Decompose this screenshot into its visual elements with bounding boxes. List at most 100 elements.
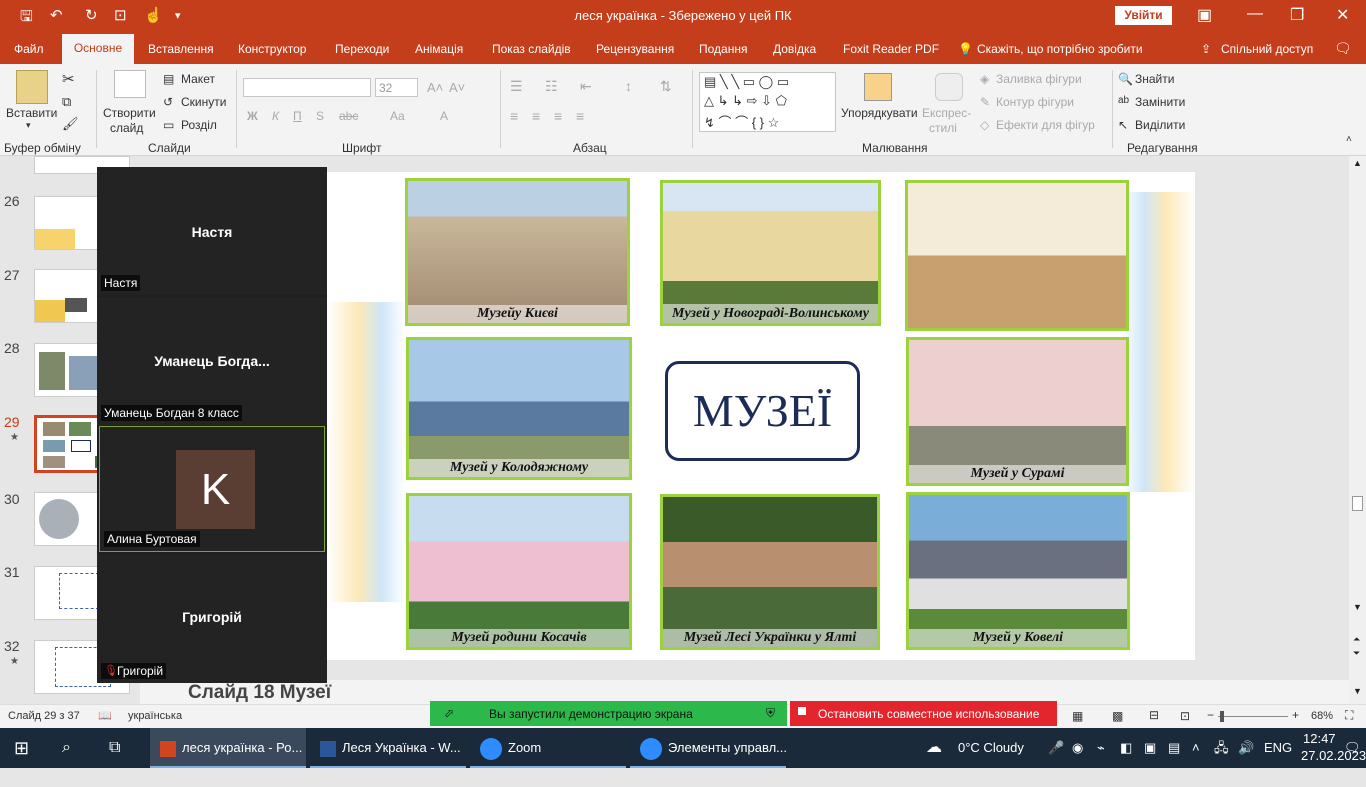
participant-tile[interactable]: Григорій Григорій 🎙 [97, 555, 327, 683]
close-icon[interactable]: ✕ [1336, 5, 1349, 25]
new-slide-icon[interactable] [114, 70, 146, 98]
font-family-select[interactable] [243, 78, 371, 97]
text-direction-icon[interactable]: ⇅ [660, 78, 672, 95]
taskbar-zoom-controls[interactable]: Элементы управл... [630, 728, 787, 768]
volume-icon[interactable]: 🔊 [1238, 728, 1254, 768]
tab-file[interactable]: Файл [14, 42, 44, 56]
sign-in-button[interactable]: Увійти [1115, 6, 1172, 25]
tab-foxit[interactable]: Foxit Reader PDF [843, 42, 939, 56]
shrink-font-icon[interactable]: A˅ [449, 80, 465, 95]
tab-design[interactable]: Конструктор [238, 42, 306, 56]
font-size-select[interactable]: 32 [375, 78, 418, 97]
fit-slide-icon[interactable]: ⛶ [1345, 708, 1353, 723]
reading-view-icon[interactable]: ⊟ [1149, 708, 1159, 722]
arrange-icon[interactable] [864, 73, 892, 101]
participant-tile[interactable]: Настя Настя [97, 167, 327, 295]
format-painter-icon[interactable]: 🖌 [62, 116, 79, 132]
participant-tile-active[interactable]: K Алина Буртовая [99, 426, 325, 552]
normal-view-icon[interactable]: ▦ [1072, 709, 1083, 723]
slideshow-icon[interactable]: ⊡ [1180, 709, 1190, 723]
slide-canvas[interactable]: Музейу Києві Музей у Новограді-Волинсько… [327, 172, 1195, 660]
vertical-scrollbar[interactable]: ▲ ▼ ⏶ ⏷ ▼ [1349, 156, 1366, 704]
cut-icon[interactable]: ✂ [62, 70, 75, 88]
replace-button[interactable]: Замінити [1135, 95, 1185, 109]
comments-icon[interactable]: 🗨 [1334, 40, 1352, 57]
shape-icon[interactable]: △ ↳ ↳ ⇨ ⇩ ⬠ [704, 93, 787, 109]
spellcheck-icon[interactable]: 📖 [98, 709, 112, 722]
tray-icon[interactable]: ▤ [1168, 728, 1180, 768]
start-icon[interactable]: ⊞ [14, 728, 29, 768]
layout-button[interactable]: Макет [181, 72, 215, 86]
new-slide-button[interactable]: Створити [103, 106, 156, 120]
tray-up-icon[interactable]: ˄ [1192, 728, 1200, 768]
weather-text[interactable]: 0°C Cloudy [958, 728, 1024, 768]
arrange-button[interactable]: Упорядкувати [841, 106, 918, 120]
tab-animations[interactable]: Анімація [415, 42, 463, 56]
task-view-icon[interactable]: ⧉ [109, 728, 120, 768]
usb-icon[interactable]: ⌁ [1097, 728, 1105, 768]
tab-transitions[interactable]: Переходи [335, 42, 389, 56]
align-right-icon[interactable]: ≡ [554, 108, 562, 124]
align-center-icon[interactable]: ≡ [532, 108, 540, 124]
taskbar-zoom[interactable]: Zoom [470, 728, 626, 768]
chat-tray-icon[interactable]: ▣ [1144, 728, 1156, 768]
indent-icon[interactable]: ⇤ [580, 78, 592, 95]
weather-icon[interactable]: ☁ [926, 728, 942, 768]
copy-icon[interactable]: ⧉ [62, 94, 71, 110]
justify-icon[interactable]: ≡ [576, 108, 584, 124]
zoom-out-icon[interactable]: − [1207, 708, 1214, 722]
case-icon[interactable]: Aa [390, 109, 405, 123]
scroll-up-icon[interactable]: ▲ [1353, 158, 1362, 168]
tab-home[interactable]: Основне [62, 34, 134, 64]
share-button[interactable]: Спільний доступ [1221, 42, 1313, 56]
line-spacing-icon[interactable]: ↕ [625, 78, 632, 94]
zoom-level[interactable]: 68% [1311, 710, 1333, 722]
underline-icon[interactable]: П [293, 109, 302, 123]
notes-text[interactable]: Слайд 18 Музеї [188, 682, 331, 704]
scroll-thumb[interactable] [1352, 496, 1363, 511]
quick-styles-icon[interactable] [935, 73, 963, 101]
notifications-icon[interactable]: 🗨 [1344, 728, 1361, 768]
slide-title-box[interactable]: МУЗЕЇ [665, 361, 860, 461]
tab-insert[interactable]: Вставлення [148, 42, 214, 56]
taskbar-word[interactable]: Леся Українка - W... [310, 728, 466, 768]
find-button[interactable]: Знайти [1135, 72, 1174, 86]
bold-icon[interactable]: Ж [247, 109, 258, 123]
shapes-gallery[interactable]: ▤ ╲ ╲ ▭ ◯ ▭ △ ↳ ↳ ⇨ ⇩ ⬠ ↯ ⌒ ⌒ { } ☆ [699, 72, 836, 132]
strikethrough-icon[interactable]: abc [339, 109, 358, 123]
section-button[interactable]: Розділ [181, 118, 217, 132]
tab-view[interactable]: Подання [699, 42, 747, 56]
tell-me-search[interactable]: Скажіть, що потрібно зробити [977, 42, 1143, 56]
minimize-icon[interactable]: — [1247, 5, 1263, 23]
prev-slide-icon[interactable]: ⏶ [1353, 634, 1360, 645]
paste-button[interactable]: Вставити [6, 106, 57, 120]
quick-styles-button[interactable]: Експрес- [922, 106, 971, 120]
zoom-in-icon[interactable]: + [1292, 708, 1299, 722]
tab-review[interactable]: Рецензування [596, 42, 674, 56]
zoom-slider[interactable] [1218, 716, 1288, 717]
grow-font-icon[interactable]: A˄ [427, 80, 443, 95]
mic-icon[interactable]: 🎤 [1048, 728, 1064, 768]
app-tray-icon[interactable]: ◧ [1120, 728, 1132, 768]
taskbar-powerpoint[interactable]: леся українка - Ро... [150, 728, 306, 768]
collapse-ribbon-icon[interactable]: ˄ [1346, 134, 1352, 145]
shape-outline-button[interactable]: Контур фігури [996, 95, 1074, 109]
next-slide-icon[interactable]: ⏷ [1353, 648, 1360, 659]
tab-slideshow[interactable]: Показ слайдів [492, 42, 571, 56]
zoom-tray-icon[interactable]: ◉ [1072, 728, 1083, 768]
shape-icon[interactable]: ▤ ╲ ╲ ▭ ◯ ▭ [704, 74, 789, 90]
zoom-slider-thumb[interactable] [1220, 711, 1224, 722]
network-icon[interactable]: 🖧 [1214, 728, 1229, 768]
search-icon[interactable]: ⌕ [62, 728, 71, 768]
scroll-down-icon[interactable]: ▼ [1353, 602, 1362, 612]
select-button[interactable]: Виділити [1135, 118, 1185, 132]
language-status[interactable]: українська [128, 710, 182, 722]
italic-icon[interactable]: К [272, 109, 279, 123]
align-left-icon[interactable]: ≡ [510, 108, 518, 124]
reset-button[interactable]: Скинути [181, 95, 226, 109]
font-color-icon[interactable]: A [440, 109, 448, 123]
shadow-icon[interactable]: S [316, 109, 324, 123]
restore-icon[interactable]: ❐ [1290, 5, 1304, 25]
tab-help[interactable]: Довідка [773, 42, 816, 56]
ribbon-display-icon[interactable]: ▣ [1197, 5, 1212, 25]
